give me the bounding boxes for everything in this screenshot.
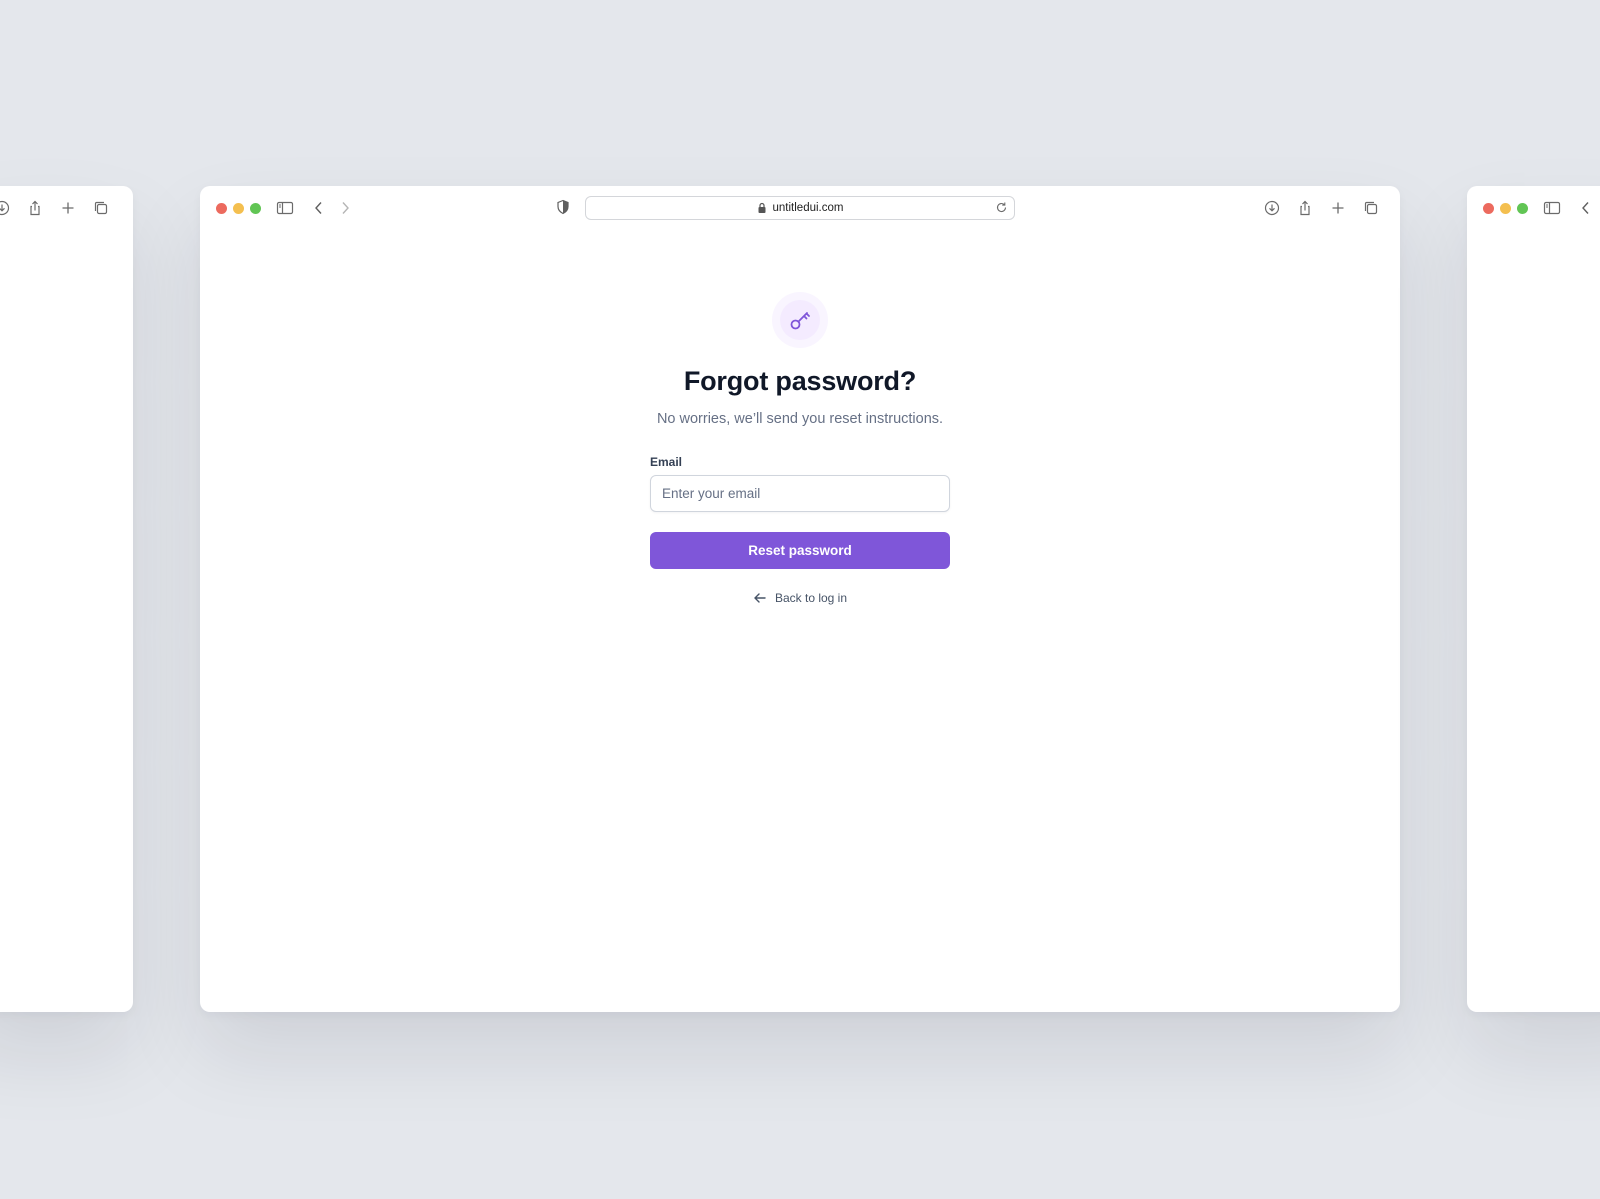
browser-window-right: [1467, 186, 1600, 1012]
traffic-lights: [1483, 186, 1528, 230]
email-label: Email: [650, 455, 683, 469]
email-field[interactable]: [650, 475, 950, 512]
sidebar-icon[interactable]: [1543, 200, 1561, 216]
close-window-button[interactable]: [1483, 202, 1494, 214]
browser-toolbar: [1467, 186, 1600, 230]
tab-overview-icon[interactable]: [93, 200, 109, 216]
reset-password-button[interactable]: Reset password: [650, 532, 950, 569]
plus-icon[interactable]: [1330, 200, 1346, 216]
reload-icon[interactable]: [995, 201, 1008, 214]
close-window-button[interactable]: [216, 202, 227, 214]
download-icon[interactable]: [1264, 200, 1280, 216]
chevron-left-icon[interactable]: [312, 200, 326, 216]
privacy-shield-icon[interactable]: [556, 199, 570, 215]
share-icon[interactable]: [27, 200, 43, 216]
browser-window-left: [0, 186, 133, 1012]
page-title: Forgot password?: [683, 366, 917, 396]
browser-toolbar: [0, 186, 133, 230]
zoom-window-button[interactable]: [1517, 202, 1528, 214]
minimize-window-button[interactable]: [1500, 202, 1511, 214]
traffic-lights: [216, 186, 261, 230]
lock-icon: [757, 202, 767, 214]
download-icon[interactable]: [0, 200, 10, 216]
sidebar-icon[interactable]: [276, 200, 294, 216]
share-icon[interactable]: [1297, 200, 1313, 216]
key-icon: [788, 308, 812, 332]
key-icon-badge: [772, 292, 828, 348]
minimize-window-button[interactable]: [233, 202, 244, 214]
browser-window: untitledui.com Forgot password? No worri…: [200, 186, 1400, 1012]
back-to-login-label: Back to log in: [774, 591, 848, 605]
address-bar[interactable]: untitledui.com: [585, 196, 1015, 220]
back-to-login-link[interactable]: Back to log in: [753, 591, 847, 605]
page-content: Forgot password? No worries, we’ll send …: [200, 230, 1400, 1012]
email-field-group: Email: [650, 455, 950, 512]
browser-toolbar: untitledui.com: [200, 186, 1400, 230]
arrow-left-icon: [753, 591, 767, 605]
forgot-password-form: Forgot password? No worries, we’ll send …: [650, 292, 950, 610]
tab-overview-icon[interactable]: [1363, 200, 1379, 216]
zoom-window-button[interactable]: [250, 202, 261, 214]
chevron-right-icon[interactable]: [338, 200, 352, 216]
page-subtitle: No worries, we’ll send you reset instruc…: [656, 411, 944, 427]
url-text: untitledui.com: [772, 202, 844, 214]
plus-icon[interactable]: [60, 200, 76, 216]
chevron-left-icon[interactable]: [1579, 200, 1593, 216]
